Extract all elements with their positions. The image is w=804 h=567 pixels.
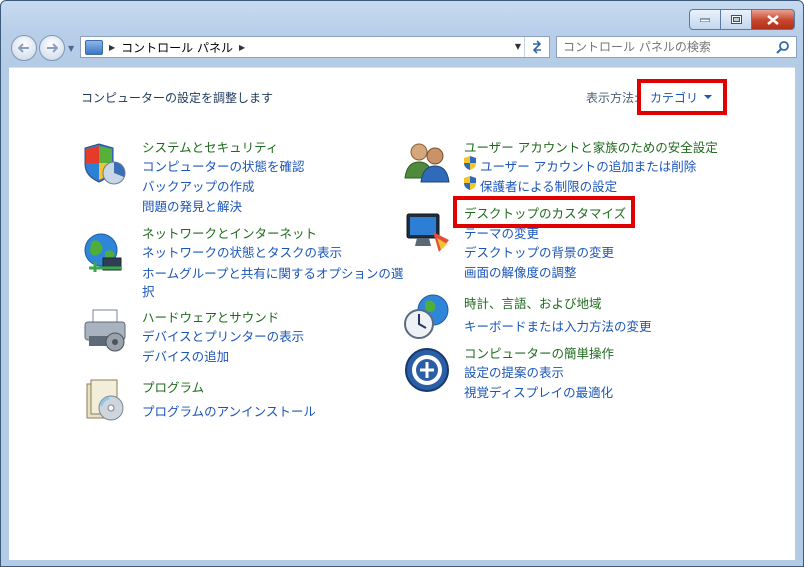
network-globe-icon xyxy=(84,233,122,272)
link-change-keyboard[interactable]: キーボードまたは入力方法の変更 xyxy=(464,316,652,335)
forward-arrow-icon xyxy=(47,43,58,53)
address-dropdown-icon[interactable]: ▼ xyxy=(515,42,521,51)
ease-of-access-icon xyxy=(405,348,449,392)
breadcrumb-control-panel[interactable]: コントロール パネル xyxy=(121,39,233,56)
link-add-remove-accounts[interactable]: ユーザー アカウントの追加または削除 xyxy=(480,156,696,175)
highlight-box-view xyxy=(637,79,727,115)
link-optimize-display[interactable]: 視覚ディスプレイの最適化 xyxy=(464,382,613,401)
link-homegroup-options[interactable]: ホームグループと共有に関するオプションの選 xyxy=(142,263,403,282)
content-pane: コンピューターの設定を調整します 表示方法: カテゴリ システムとセキュリティ … xyxy=(9,67,795,560)
category-network-internet[interactable]: ネットワークとインターネット xyxy=(142,223,317,242)
close-button[interactable] xyxy=(752,9,795,30)
link-get-recommendations[interactable]: 設定の提案の表示 xyxy=(464,362,564,381)
control-panel-window: ▼ ▶ コントロール パネル ▶ ▼ コンピューターの設定を調整します 表示方法… xyxy=(0,0,804,567)
link-check-computer-status[interactable]: コンピューターの状態を確認 xyxy=(142,156,305,175)
clock-globe-icon xyxy=(404,294,449,339)
link-add-device[interactable]: デバイスの追加 xyxy=(142,346,229,365)
category-desktop-customization[interactable]: デスクトップのカスタマイズ xyxy=(464,203,626,222)
link-devices-printers[interactable]: デバイスとプリンターの表示 xyxy=(142,326,304,345)
refresh-button[interactable] xyxy=(524,37,549,57)
link-change-theme[interactable]: テーマの変更 xyxy=(464,223,539,242)
link-find-fix-problems[interactable]: 問題の発見と解決 xyxy=(142,196,242,215)
refresh-icon xyxy=(532,40,542,54)
link-change-background[interactable]: デスクトップの背景の変更 xyxy=(464,242,614,261)
close-icon xyxy=(767,14,779,25)
shield-icon xyxy=(84,143,126,185)
page-subtitle: コンピューターの設定を調整します xyxy=(81,91,274,105)
back-button[interactable] xyxy=(11,35,37,61)
forward-button[interactable] xyxy=(39,35,65,61)
link-create-backup[interactable]: バックアップの作成 xyxy=(142,176,255,195)
address-bar[interactable]: ▶ コントロール パネル ▶ ▼ xyxy=(80,36,550,58)
search-input[interactable] xyxy=(561,39,775,55)
link-homegroup-options-cont[interactable]: 択 xyxy=(142,281,155,300)
printer-icon xyxy=(84,309,126,352)
minimize-icon xyxy=(700,18,710,22)
category-hardware-sound[interactable]: ハードウェアとサウンド xyxy=(142,307,279,326)
link-adjust-resolution[interactable]: 画面の解像度の調整 xyxy=(464,262,577,281)
maximize-button[interactable] xyxy=(721,9,752,30)
category-programs[interactable]: プログラム xyxy=(142,377,204,396)
category-user-accounts[interactable]: ユーザー アカウントと家族のための安全設定 xyxy=(464,137,718,156)
category-clock-language-region[interactable]: 時計、言語、および地域 xyxy=(464,293,602,312)
category-system-security[interactable]: システムとセキュリティ xyxy=(142,137,278,156)
maximize-icon xyxy=(730,15,742,24)
category-ease-of-access[interactable]: コンピューターの簡単操作 xyxy=(464,343,614,362)
uac-shield-icon xyxy=(464,176,476,190)
link-uninstall-program[interactable]: プログラムのアンインストール xyxy=(142,401,316,420)
users-icon xyxy=(404,143,450,183)
display-icon xyxy=(406,213,449,252)
minimize-button[interactable] xyxy=(689,9,721,30)
history-dropdown-icon[interactable]: ▼ xyxy=(68,44,74,53)
link-parental-controls[interactable]: 保護者による制限の設定 xyxy=(480,176,617,195)
programs-icon xyxy=(86,379,124,421)
view-by-label: 表示方法: xyxy=(586,91,639,105)
search-icon[interactable] xyxy=(776,40,790,54)
caption-buttons xyxy=(689,9,795,30)
breadcrumb-separator-icon[interactable]: ▶ xyxy=(109,43,115,52)
breadcrumb-chevron-icon[interactable]: ▶ xyxy=(239,43,245,52)
link-network-status[interactable]: ネットワークの状態とタスクの表示 xyxy=(142,242,342,261)
uac-shield-icon xyxy=(464,156,476,170)
search-box[interactable] xyxy=(556,36,797,58)
back-arrow-icon xyxy=(18,43,29,53)
control-panel-icon xyxy=(85,39,103,55)
